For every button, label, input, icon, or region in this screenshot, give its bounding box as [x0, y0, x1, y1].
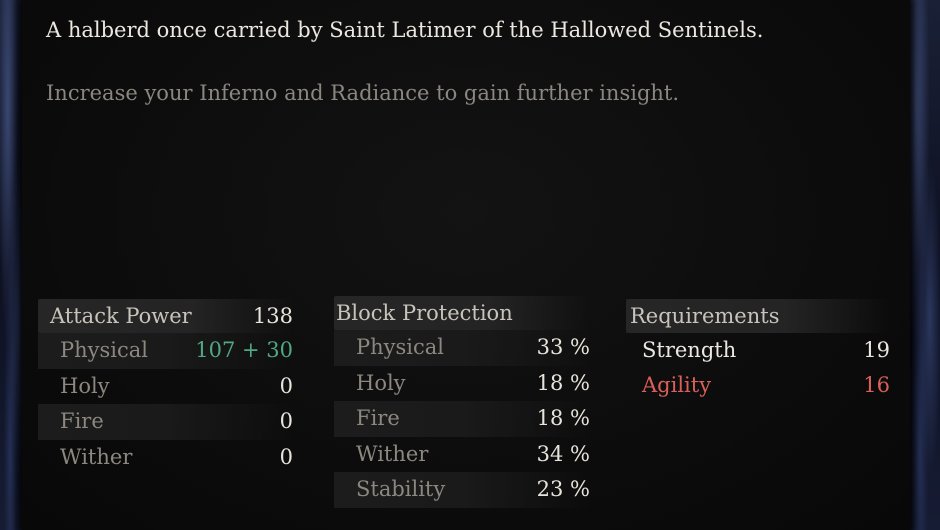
attack-power-label: Attack Power — [50, 304, 192, 328]
requirements-label: Requirements — [630, 304, 780, 328]
attack-power-total: 138 — [252, 304, 293, 328]
block-row-label: Physical — [356, 335, 445, 359]
attack-power-section: Attack Power 138 Physical 107 + 30 Holy … — [38, 299, 293, 475]
block-row-label: Holy — [356, 370, 406, 395]
attack-row-label: Holy — [60, 373, 110, 398]
attack-power-header: Attack Power 138 — [38, 299, 293, 333]
block-protection-section: Block Protection Physical 33 % Holy 18 %… — [334, 296, 590, 508]
requirement-agility: Agility 16 — [626, 368, 890, 403]
attack-row-value: 0 — [279, 373, 293, 398]
block-row-label: Wither — [356, 441, 429, 466]
block-row-fire: Fire 18 % — [334, 401, 590, 437]
attack-row-wither: Wither 0 — [38, 440, 293, 476]
block-row-wither: Wither 34 % — [334, 437, 590, 473]
block-row-value: 18 % — [536, 406, 590, 430]
block-protection-header: Block Protection — [334, 296, 590, 330]
block-row-physical: Physical 33 % — [334, 330, 590, 366]
background-foliage-right — [906, 0, 940, 530]
attack-row-fire: Fire 0 — [38, 404, 293, 440]
attack-row-value: 0 — [279, 409, 293, 433]
block-row-value: 23 % — [536, 477, 590, 501]
attack-row-value: 0 — [279, 444, 293, 469]
block-row-label: Stability — [356, 477, 446, 501]
attack-row-physical: Physical 107 + 30 — [38, 333, 293, 369]
attack-row-value: 107 + 30 — [195, 338, 293, 362]
insight-hint: Increase your Inferno and Radiance to ga… — [46, 81, 680, 105]
block-row-value: 18 % — [536, 370, 590, 395]
requirement-label: Agility — [642, 373, 712, 397]
item-description: A halberd once carried by Saint Latimer … — [46, 18, 764, 42]
block-row-holy: Holy 18 % — [334, 366, 590, 402]
requirements-section: Requirements Strength 19 Agility 16 — [626, 299, 890, 403]
block-row-value: 33 % — [536, 335, 590, 359]
attack-row-label: Wither — [60, 444, 133, 469]
block-row-stability: Stability 23 % — [334, 472, 590, 508]
attack-row-holy: Holy 0 — [38, 369, 293, 405]
requirements-header: Requirements — [626, 299, 890, 333]
block-row-label: Fire — [356, 406, 400, 430]
requirement-value: 16 — [863, 373, 890, 397]
attack-row-label: Fire — [60, 409, 104, 433]
requirement-label: Strength — [642, 338, 737, 362]
block-protection-label: Block Protection — [336, 301, 513, 325]
requirement-strength: Strength 19 — [626, 333, 890, 368]
requirement-value: 19 — [863, 338, 890, 362]
attack-row-label: Physical — [60, 338, 149, 362]
block-row-value: 34 % — [536, 441, 590, 466]
